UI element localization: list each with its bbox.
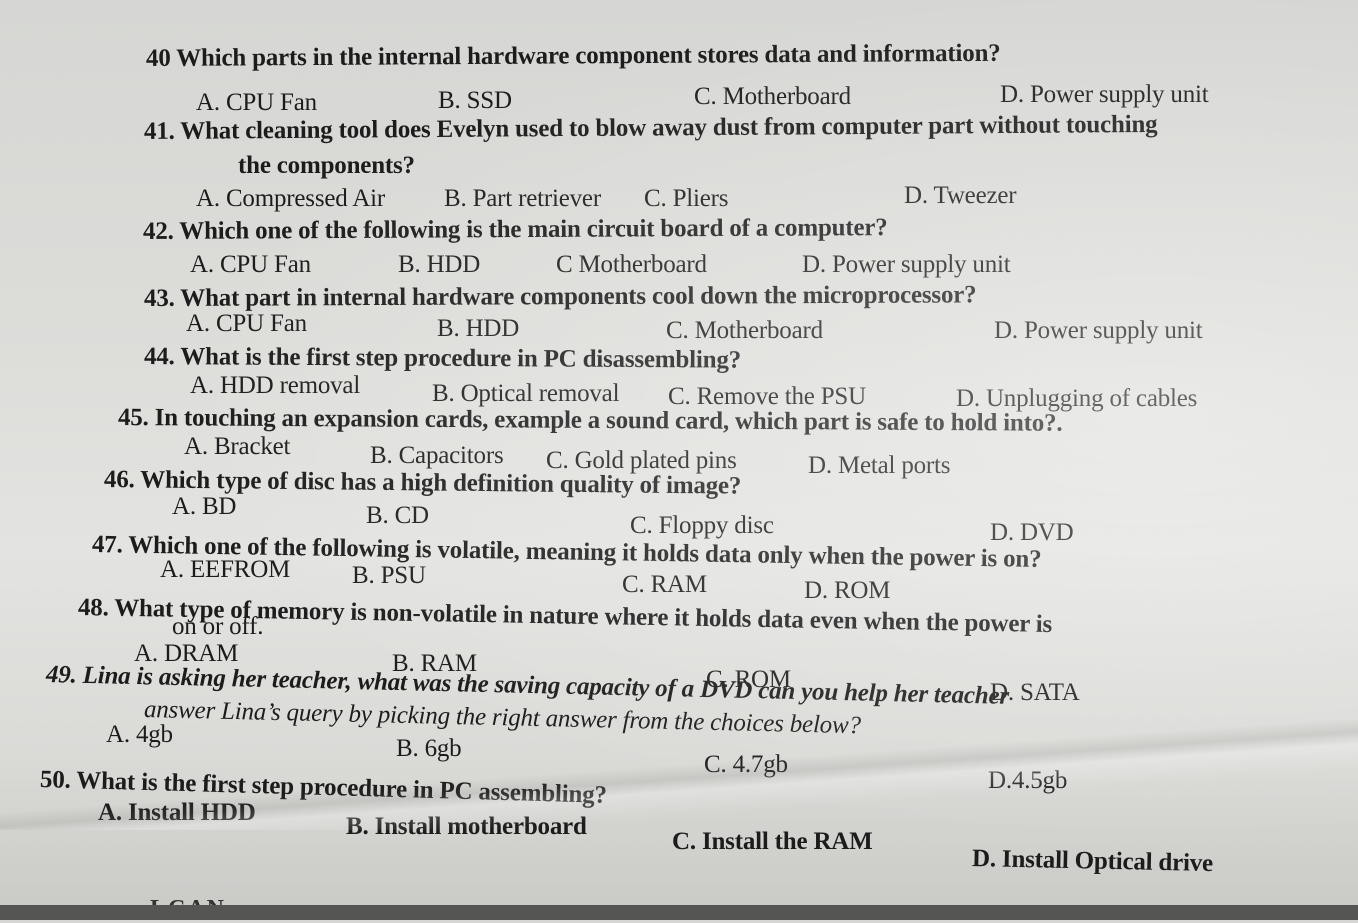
q43-option-b: B. HDD — [437, 315, 520, 342]
q46-option-c: C. Floppy disc — [630, 512, 774, 539]
q50-option-a: A. Install HDD — [98, 799, 256, 826]
q42-option-c: C Motherboard — [556, 251, 707, 278]
q50-option-d: D. Install Optical drive — [971, 845, 1214, 878]
q41-option-c: C. Pliers — [644, 185, 729, 212]
q46-option-a: A. BD — [172, 493, 237, 520]
question-41: 41. What cleaning tool does Evelyn used … — [143, 110, 1158, 145]
q45-option-b: B. Capacitors — [370, 442, 504, 469]
q41-option-a: A. Compressed Air — [196, 185, 385, 212]
q42-option-a: A. CPU Fan — [190, 251, 311, 278]
q46-option-d: D. DVD — [990, 519, 1074, 546]
q43-option-d: D. Power supply unit — [994, 317, 1203, 344]
q47-option-a: A. EEFROM — [160, 556, 291, 583]
question-48-continued: on or off. — [172, 613, 264, 640]
q49-option-d: D.4.5gb — [988, 767, 1068, 794]
q49-option-a: A. 4gb — [106, 721, 173, 748]
q47-option-d: D. ROM — [804, 577, 891, 604]
question-44: 44. What is the first step procedure in … — [143, 343, 742, 374]
q40-option-d: D. Power supply unit — [1000, 81, 1209, 108]
q43-option-c: C. Motherboard — [666, 317, 823, 344]
q49-option-c: C. 4.7gb — [704, 751, 788, 778]
q47-option-c: C. RAM — [622, 571, 707, 598]
q40-option-a: A. CPU Fan — [196, 89, 317, 116]
question-40: 40 Which parts in the internal hardware … — [145, 39, 1001, 72]
q40-option-c: C. Motherboard — [694, 83, 851, 110]
q44-option-b: B. Optical removal — [432, 380, 620, 407]
q50-option-c: C. Install the RAM — [672, 828, 873, 855]
q42-option-d: D. Power supply unit — [802, 251, 1011, 278]
q41-option-d: D. Tweezer — [904, 182, 1017, 209]
question-42: 42. Which one of the following is the ma… — [142, 214, 888, 245]
question-45: 45. In touching an expansion cards, exam… — [117, 404, 1063, 437]
quiz-page: 40 Which parts in the internal hardware … — [0, 0, 1358, 920]
q40-option-b: B. SSD — [438, 87, 512, 114]
q46-option-b: B. CD — [366, 502, 429, 529]
q45-option-c: C. Gold plated pins — [546, 447, 737, 474]
q44-option-a: A. HDD removal — [190, 372, 361, 399]
q44-option-c: C. Remove the PSU — [668, 383, 866, 410]
q45-option-d: D. Metal ports — [808, 452, 951, 479]
q45-option-a: A. Bracket — [184, 433, 291, 460]
q43-option-a: A. CPU Fan — [186, 310, 307, 337]
q48-option-a: A. DRAM — [134, 640, 239, 667]
q47-option-b: B. PSU — [352, 562, 426, 589]
q49-option-b: B. 6gb — [396, 735, 462, 762]
q42-option-b: B. HDD — [398, 251, 481, 278]
question-41-continued: the components? — [238, 152, 415, 179]
q41-option-b: B. Part retriever — [444, 185, 601, 212]
q44-option-d: D. Unplugging of cables — [956, 385, 1198, 412]
page-bottom-edge — [0, 905, 1358, 920]
question-43: 43. What part in internal hardware compo… — [143, 281, 977, 312]
q50-option-b: B. Install motherboard — [346, 813, 587, 840]
